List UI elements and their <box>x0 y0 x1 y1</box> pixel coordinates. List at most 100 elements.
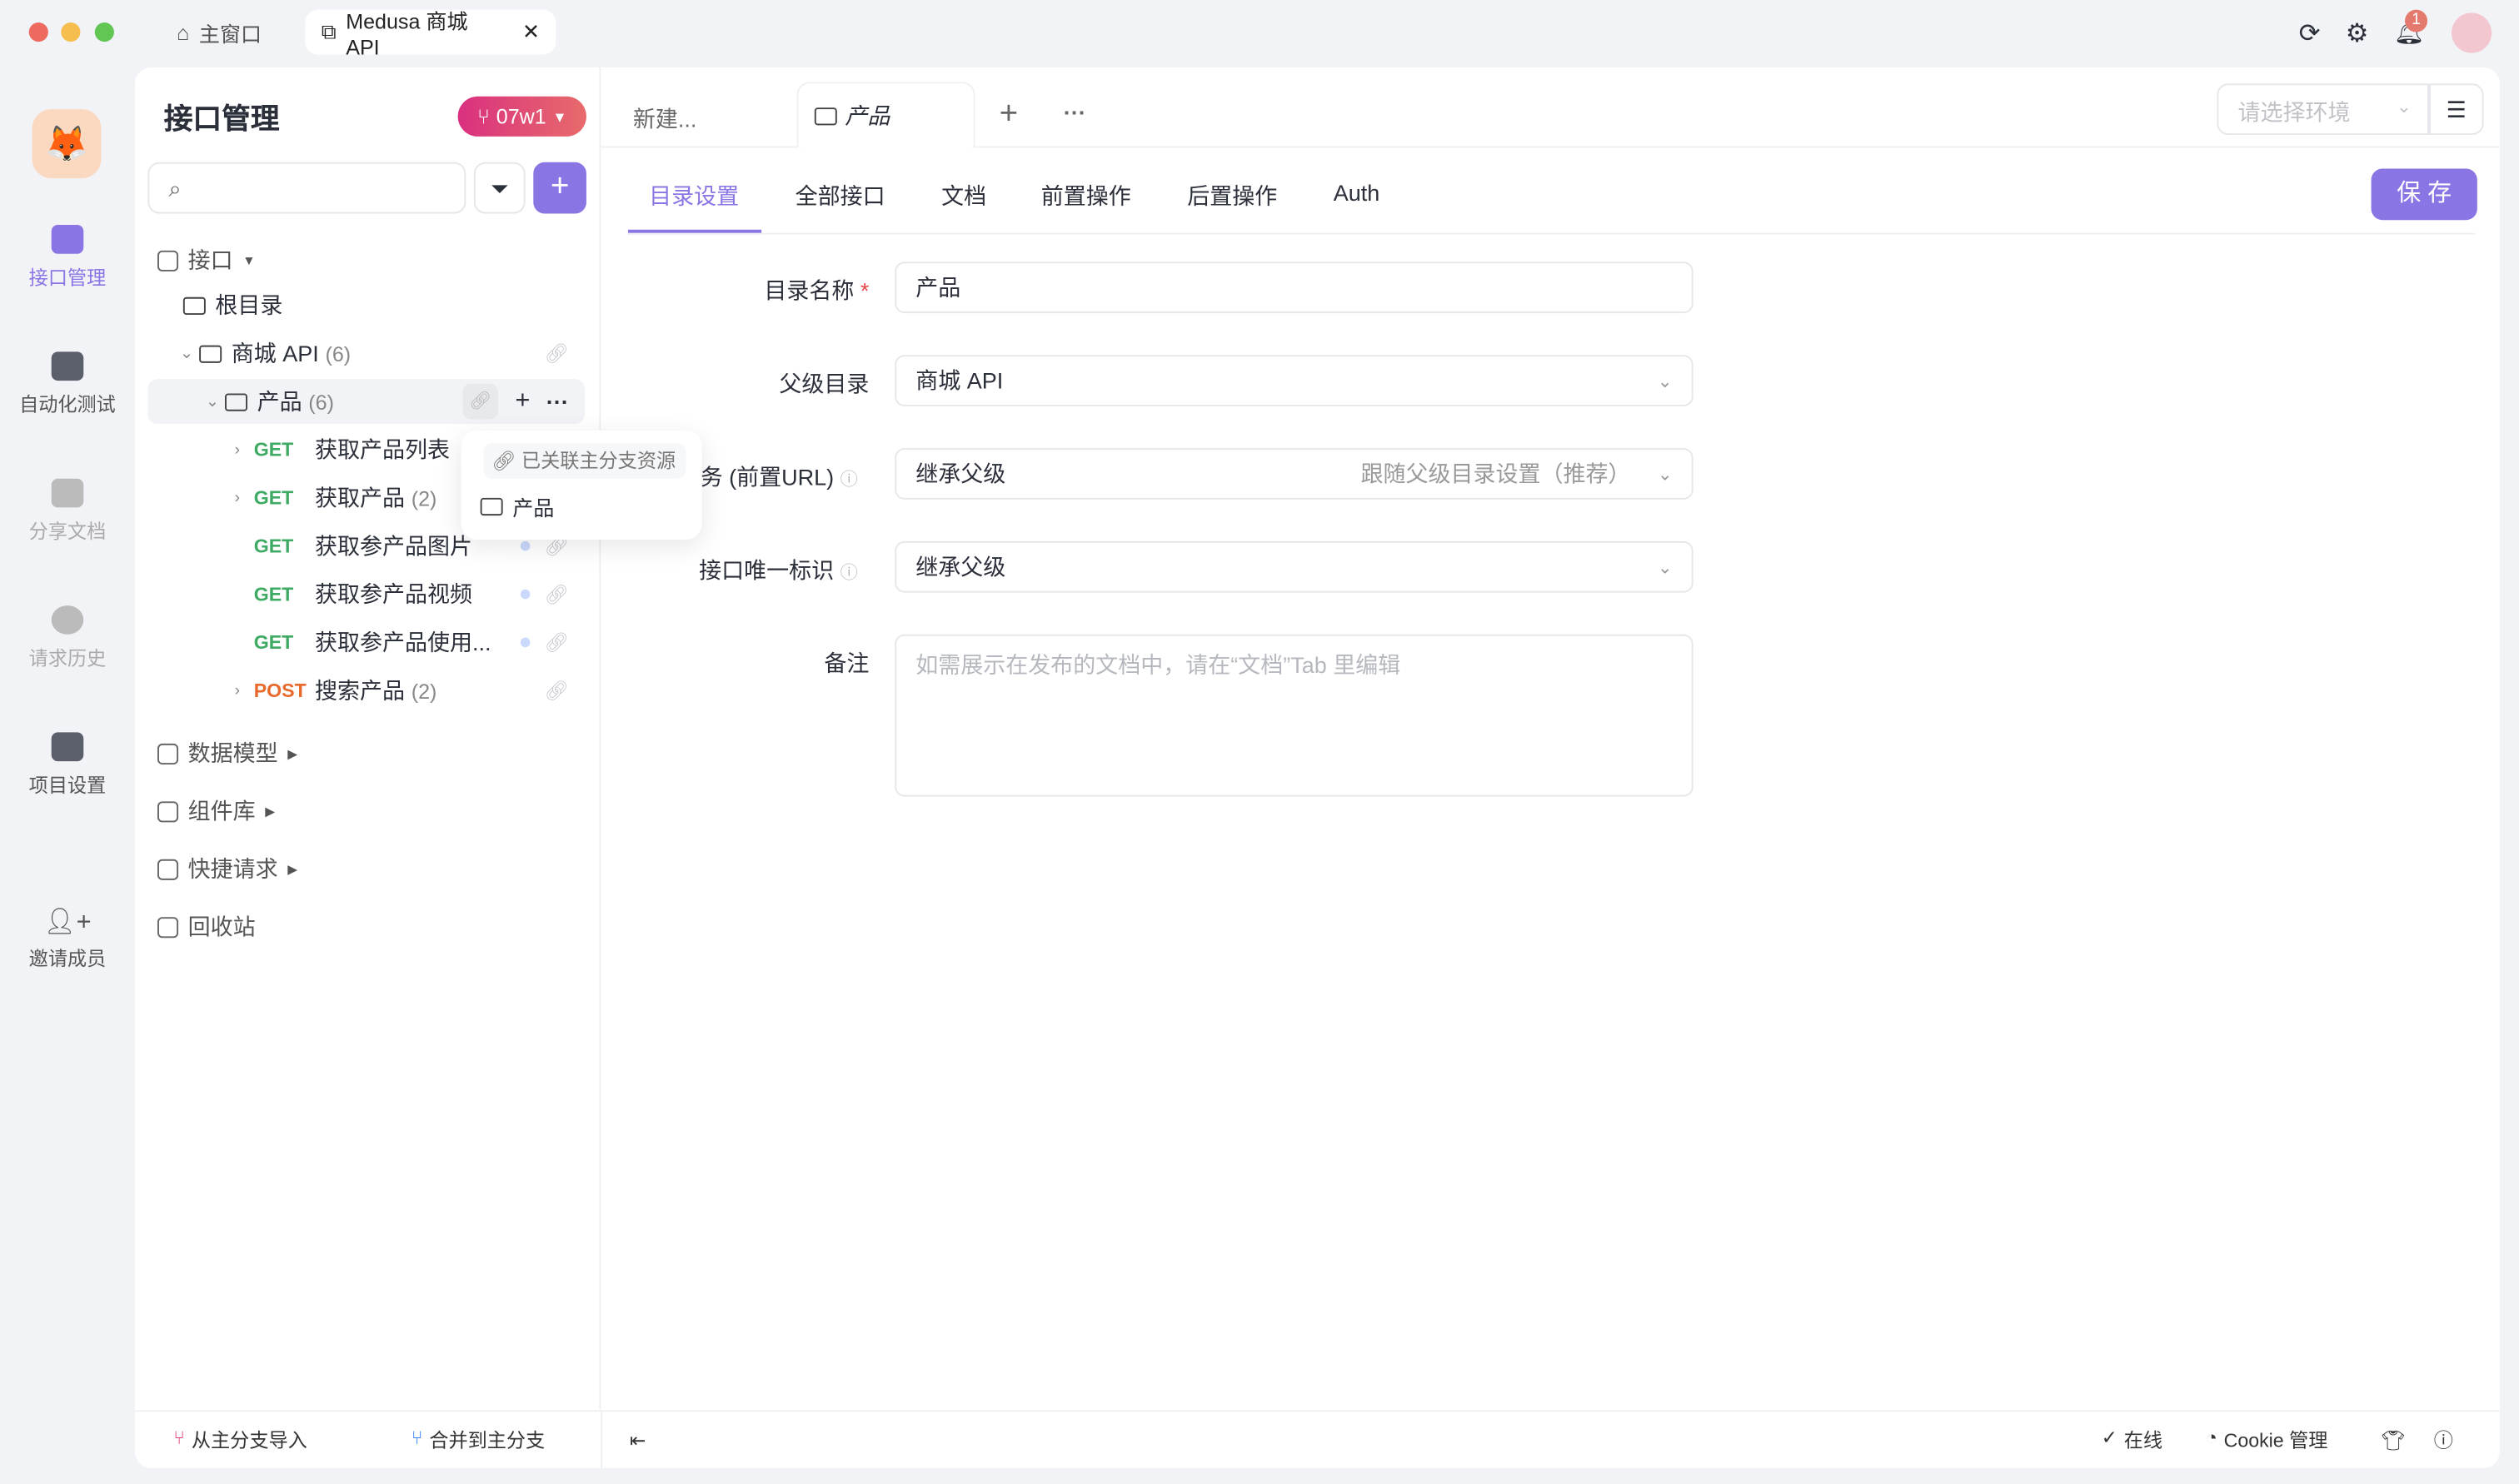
project-logo[interactable]: 🦊 <box>32 109 102 179</box>
section-models[interactable]: 数据模型 ▶ <box>157 737 297 769</box>
more-icon[interactable]: ··· <box>546 389 569 415</box>
shirt-icon[interactable]: 👕︎ <box>2381 1428 2405 1451</box>
cube-icon <box>157 742 179 764</box>
share-doc-icon <box>51 478 84 508</box>
chevron-down-icon: ⌄ <box>1657 558 1673 578</box>
avatar[interactable] <box>2451 12 2492 53</box>
tree-folder-shop[interactable]: ⌄ 商城 API (6) 🔗︎ <box>147 331 585 376</box>
status-dot <box>520 637 531 648</box>
doc-tab-new[interactable]: 新建... <box>633 102 697 135</box>
minimize-window-button[interactable] <box>61 22 81 42</box>
tab-home[interactable]: ⌂ 主窗口 <box>177 10 262 55</box>
import-from-main-button[interactable]: ⑂ 从主分支导入 <box>173 1427 307 1454</box>
tab-all-apis[interactable]: 全部接口 <box>796 180 885 212</box>
rail-item-autotest[interactable]: 自动化测试 <box>0 351 135 417</box>
status-bar: ⑂ 从主分支导入 ⑂ 合并到主分支 ⇤ ✓ 在线 ◔ Cookie 管理 👕︎ ⓘ <box>134 1410 2500 1468</box>
section-api[interactable]: 接口 ▼ <box>157 244 255 276</box>
rail-item-settings[interactable]: 项目设置 <box>0 732 135 798</box>
merge-to-main-button[interactable]: ⑂ 合并到主分支 <box>412 1427 545 1454</box>
branch-icon: ⑂ <box>173 1426 186 1449</box>
help-icon[interactable]: ⓘ <box>2434 1427 2453 1454</box>
more-tabs-icon[interactable]: ··· <box>1064 100 1086 126</box>
new-tab-button[interactable]: + <box>1000 97 1019 133</box>
parent-label: 父级目录 <box>779 371 870 397</box>
merge-icon: ⑂ <box>411 1426 423 1449</box>
tree-item[interactable]: GET 获取参产品视频 🔗︎ <box>147 572 585 617</box>
search-input[interactable]: ⌕ <box>147 162 466 214</box>
linked-resource-popover: 🔗︎ 已关联主分支资源 产品 <box>461 430 702 540</box>
save-button[interactable]: 保 存 <box>2371 168 2477 221</box>
filter-button[interactable]: ⏷ <box>473 162 526 214</box>
branch-icon: ⑂ <box>476 104 491 129</box>
popover-item[interactable]: 产品 <box>480 491 554 522</box>
link-icon[interactable]: 🔗︎ <box>544 342 568 365</box>
caret-icon: ▶ <box>287 861 298 877</box>
refresh-icon[interactable]: ⟳ <box>2299 17 2321 50</box>
chevron-right-icon: › <box>234 441 241 459</box>
add-button[interactable]: + <box>533 162 586 214</box>
section-components[interactable]: 组件库 ▶ <box>157 795 275 828</box>
rail-item-history[interactable]: 请求历史 <box>0 605 135 671</box>
home-icon: ⌂ <box>177 20 190 45</box>
section-quick[interactable]: 快捷请求 ▶ <box>157 853 297 885</box>
link-icon[interactable]: 🔗︎ <box>544 631 568 654</box>
sidebar: 接口管理 ⑂ 07w1 ▼ ⌕ ⏷ + 接口 ▼ 根目录 ⌄ 商城 API (6) 🔗︎ ⌄… <box>135 67 702 1411</box>
folder-icon <box>199 344 222 362</box>
chevron-down-icon: ⌄ <box>1657 465 1673 485</box>
close-window-button[interactable] <box>28 22 48 42</box>
caret-icon: ▶ <box>287 745 298 761</box>
uid-select[interactable]: 继承父级 ⌄ <box>895 540 1693 593</box>
status-dot <box>520 540 531 551</box>
online-status[interactable]: ✓ 在线 <box>2102 1427 2162 1454</box>
link-icon[interactable]: 🔗︎ <box>544 680 568 702</box>
section-trash[interactable]: 回收站 <box>157 910 256 943</box>
close-tab-icon[interactable]: ✕ <box>522 19 540 45</box>
note-textarea[interactable]: 如需展示在发布的文档中，请在“文档”Tab 里编辑 <box>895 634 1693 797</box>
plus-icon[interactable]: + <box>515 387 530 416</box>
add-user-icon: 👤︎+ <box>43 909 92 937</box>
tab-docs[interactable]: 文档 <box>941 180 986 212</box>
link-icon: 🔗︎ <box>491 449 516 472</box>
history-icon <box>51 605 84 635</box>
tab-project[interactable]: ⧉ Medusa 商城 API ✕ <box>305 9 556 59</box>
tab-auth[interactable]: Auth <box>1334 180 1380 206</box>
tab-post-ops[interactable]: 后置操作 <box>1187 180 1277 212</box>
folder-icon <box>480 497 503 516</box>
project-settings-icon <box>51 732 84 762</box>
chevron-right-icon: › <box>234 681 241 700</box>
maximize-window-button[interactable] <box>94 22 114 42</box>
test-icon <box>51 351 84 381</box>
tab-directory-settings[interactable]: 目录设置 <box>649 180 739 212</box>
api-icon <box>157 249 179 271</box>
help-icon: ⓘ <box>840 471 858 491</box>
menu-icon: ☰ <box>2446 96 2467 122</box>
tree-item[interactable]: › POST 搜索产品 (2) 🔗︎ <box>147 668 585 713</box>
filter-icon: ⏷ <box>490 175 509 202</box>
branch-selector[interactable]: ⑂ 07w1 ▼ <box>457 96 586 137</box>
service-select[interactable]: 继承父级 跟随父级目录设置（推荐） ⌄ <box>895 448 1693 500</box>
chevron-down-icon: ▼ <box>552 108 567 125</box>
environment-select[interactable]: 请选择环境 ⌄ <box>2217 83 2429 135</box>
chevron-right-icon: › <box>234 489 241 507</box>
link-icon[interactable]: 🔗︎ <box>544 583 568 605</box>
folder-icon <box>182 296 206 315</box>
cookie-manager-button[interactable]: ◔ Cookie 管理 <box>2206 1427 2327 1454</box>
popover-header: 🔗︎ 已关联主分支资源 <box>483 443 686 479</box>
menu-button[interactable]: ☰ <box>2428 83 2484 135</box>
name-input[interactable]: 产品 <box>895 261 1693 314</box>
rail-item-api[interactable]: 接口管理 <box>0 224 135 291</box>
tab-pre-ops[interactable]: 前置操作 <box>1041 180 1131 212</box>
rail-item-invite[interactable]: 👤︎+ 邀请成员 <box>0 906 135 972</box>
directory-form: 目录名称 * 产品 父级目录 商城 API ⌄ 务 (前置URL) ⓘ 继承父级跟… <box>601 261 2500 904</box>
tree-folder-product[interactable]: ⌄ 产品 (6) 🔗︎ + ··· <box>147 379 585 425</box>
collapse-sidebar-icon[interactable]: ⇤ <box>630 1428 646 1451</box>
link-icon[interactable]: 🔗︎ <box>462 383 498 420</box>
parent-select[interactable]: 商城 API ⌄ <box>895 355 1693 406</box>
rail-item-share-docs[interactable]: 分享文档 <box>0 478 135 545</box>
tree-item[interactable]: GET 获取参产品使用... 🔗︎ <box>147 620 585 665</box>
doc-tab-product[interactable]: 产品 <box>796 82 975 148</box>
tree-root[interactable]: 根目录 <box>147 282 585 327</box>
cookie-icon: ◔ <box>2205 1426 2217 1449</box>
gear-icon[interactable]: ⚙ <box>2346 17 2369 50</box>
chevron-down-icon: ⌄ <box>1657 371 1673 391</box>
